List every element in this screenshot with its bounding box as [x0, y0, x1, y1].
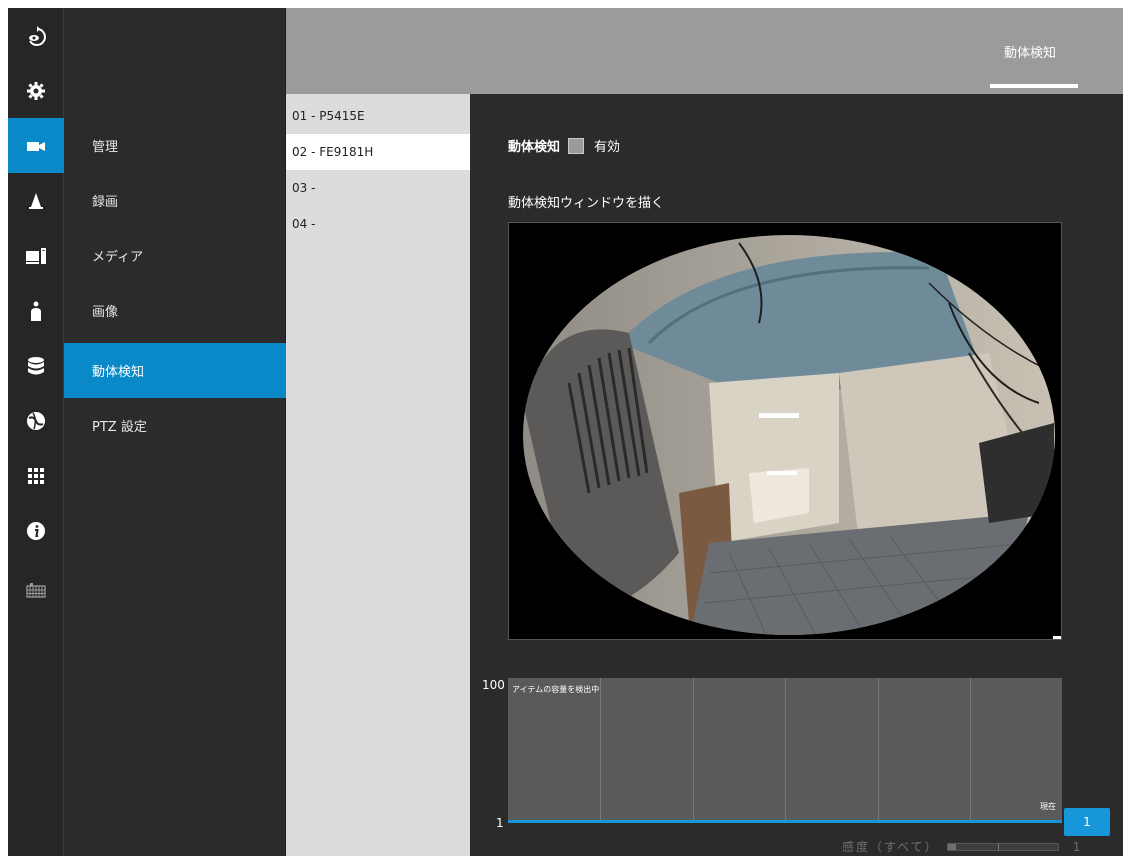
sensitivity-row: 感度（すべて） 1: [842, 838, 1080, 855]
motion-detection-panel: 動体検知 有効 動体検知ウィンドウを描く 100 アイテムの容量を検出中 現在 …: [470, 94, 1123, 856]
menu-item-motion-detection[interactable]: 動体検知: [64, 343, 286, 398]
rail-item-device[interactable]: [8, 228, 64, 283]
draw-window-label: 動体検知ウィンドウを描く: [508, 196, 665, 211]
keyboard-icon: [26, 582, 46, 598]
resize-handle[interactable]: [1053, 636, 1061, 639]
header-bar: 動体検知: [286, 8, 1123, 94]
database-icon: [28, 356, 44, 374]
active-tab-underline: [990, 84, 1078, 88]
video-camera-icon: [27, 141, 45, 151]
sensitivity-slider-fill: [947, 843, 957, 850]
rail-item-settings[interactable]: [8, 63, 64, 118]
chart-now-label: 現在: [1040, 802, 1056, 811]
eye-return-icon: [29, 25, 46, 46]
chart-caption: アイテムの容量を検出中: [512, 685, 600, 694]
motion-detection-label: 動体検知: [508, 140, 561, 155]
gear-icon: [27, 81, 45, 100]
app-window: 管理 録画 メディア 画像 動体検知 PTZ 設定 動体検知 01 - P541…: [8, 8, 1123, 856]
chart-gridline: [693, 678, 694, 820]
chart-min-label: 1: [496, 816, 504, 830]
person-icon: [31, 301, 41, 321]
channel-item[interactable]: 04 -: [286, 206, 470, 242]
menu-item-ptz-settings[interactable]: PTZ 設定: [64, 398, 286, 453]
menu-item-media[interactable]: メディア: [64, 228, 286, 283]
rail-item-storage[interactable]: [8, 338, 64, 393]
channel-list: 01 - P5415E 02 - FE9181H 03 - 04 -: [286, 94, 470, 856]
motion-detection-row: 動体検知 有効: [508, 136, 620, 155]
chart-gridline: [970, 678, 971, 820]
camera-preview[interactable]: [508, 222, 1062, 640]
enable-checkbox[interactable]: [568, 137, 585, 154]
motion-level-line: [508, 820, 1062, 823]
rail-item-keyboard[interactable]: [8, 563, 64, 618]
rail-item-apps[interactable]: [8, 448, 64, 503]
chart-gridline: [600, 678, 601, 820]
globe-icon: [27, 411, 45, 430]
channel-item-selected[interactable]: 02 - FE9181H: [286, 134, 470, 170]
rail-item-network[interactable]: [8, 393, 64, 448]
motion-level-chart: アイテムの容量を検出中 現在: [508, 678, 1062, 820]
info-icon: [27, 521, 45, 540]
menu-item-management[interactable]: 管理: [64, 118, 286, 173]
computer-icon: [26, 247, 46, 264]
sensitivity-slider[interactable]: [946, 842, 1059, 851]
sensitivity-value: 1: [1072, 839, 1081, 854]
current-value-box[interactable]: 1: [1064, 808, 1110, 836]
chart-gridline: [785, 678, 786, 820]
rail-item-alarm[interactable]: [8, 173, 64, 228]
chart-max-label: 100: [482, 678, 505, 692]
apps-grid-icon: [28, 467, 44, 484]
channel-item[interactable]: 03 -: [286, 170, 470, 206]
rail-item-user[interactable]: [8, 283, 64, 338]
menu-item-image[interactable]: 画像: [64, 283, 286, 338]
icon-rail: [8, 8, 64, 856]
rail-item-liveview[interactable]: [8, 8, 64, 63]
settings-menu: 管理 録画 メディア 画像 動体検知 PTZ 設定: [64, 8, 286, 856]
rail-item-info[interactable]: [8, 503, 64, 558]
bell-icon: [29, 192, 43, 209]
sensitivity-slider-tick: [997, 842, 999, 851]
menu-item-recording[interactable]: 録画: [64, 173, 286, 228]
enable-label: 有効: [594, 140, 621, 155]
fisheye-view-image: [509, 223, 1061, 639]
rail-item-camera[interactable]: [8, 118, 64, 173]
tab-motion-detection[interactable]: 動体検知: [982, 42, 1078, 61]
chart-gridline: [878, 678, 879, 820]
sensitivity-label: 感度（すべて）: [842, 840, 939, 854]
channel-item[interactable]: 01 - P5415E: [286, 98, 470, 134]
